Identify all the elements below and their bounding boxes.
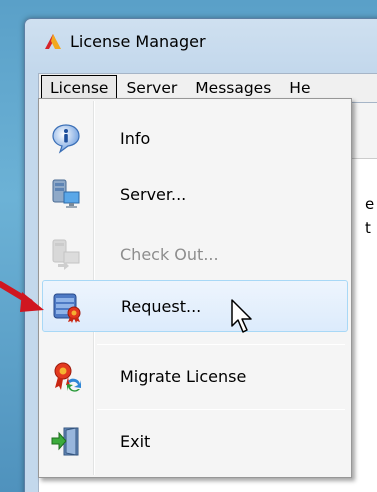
background-text: t: [365, 219, 371, 237]
menu-item-exit[interactable]: Exit: [42, 416, 348, 466]
window-title: License Manager: [70, 31, 206, 51]
license-manager-app-icon: [45, 34, 61, 49]
exit-icon: [51, 427, 79, 456]
menu-item-label: Info: [120, 128, 151, 148]
menu-item-label: Check Out...: [120, 244, 219, 264]
menu-item-server[interactable]: Server...: [42, 169, 348, 219]
mouse-cursor-icon: [231, 299, 252, 333]
info-icon: [52, 124, 80, 154]
menu-item-check-out[interactable]: Check Out...: [42, 229, 348, 279]
menu-item-label: Server...: [120, 184, 187, 204]
menu-item-request[interactable]: Request...: [42, 280, 348, 332]
request-icon: [53, 293, 81, 323]
check-out-icon: [52, 239, 80, 270]
menu-item-label: Exit: [120, 431, 151, 451]
menu-item-migrate-license[interactable]: Migrate License: [42, 351, 348, 401]
menu-separator: [97, 409, 345, 410]
license-dropdown-menu: Info Server... Check Out... Request... M…: [38, 98, 352, 478]
background-text: e: [365, 195, 375, 213]
menu-item-label: Request...: [121, 296, 202, 316]
menu-item-label: Migrate License: [120, 366, 247, 386]
menu-separator: [97, 344, 345, 345]
annotation-arrow-icon: [0, 281, 44, 312]
menu-item-info[interactable]: Info: [42, 113, 348, 163]
title-bar[interactable]: License Manager: [25, 19, 377, 63]
server-icon: [52, 179, 80, 208]
migrate-license-icon: [54, 362, 81, 392]
